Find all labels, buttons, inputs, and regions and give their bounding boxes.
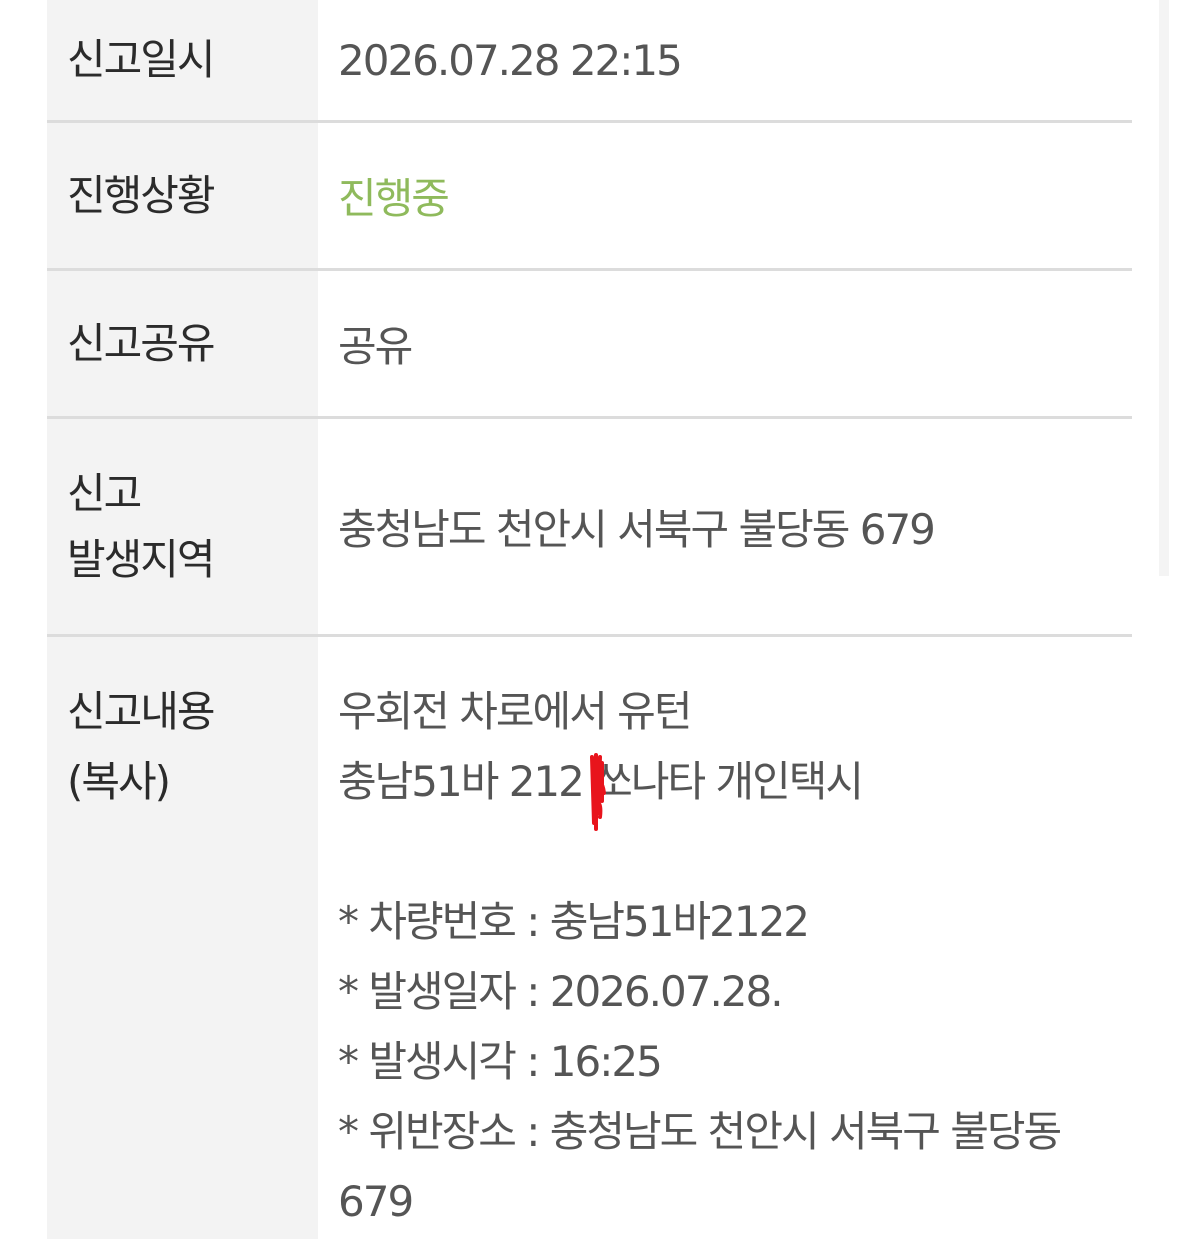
label-progress-status: 진행상황	[47, 123, 318, 268]
scrollbar[interactable]	[1159, 0, 1169, 576]
label-incident-location: 신고 발생지역	[47, 419, 318, 634]
value-report-sharing: 공유	[338, 322, 413, 371]
redaction-scribble-icon	[590, 753, 606, 831]
status-badge: 진행중	[338, 174, 450, 223]
value-incident-location: 충청남도 천안시 서북구 불당동 679	[338, 505, 936, 554]
label-report-content: 신고내용 (복사)	[47, 637, 318, 1239]
content-incident-date: * 발생일자 : 2026.07.28.	[338, 967, 784, 1016]
row-progress-status: 진행상황 진행중	[47, 123, 1132, 271]
content-line-1: 우회전 차로에서 유턴	[338, 687, 692, 736]
label-line-1: 신고	[67, 468, 142, 518]
value-report-content[interactable]: 우회전 차로에서 유턴 충남51바 212 쏘나타 개인택시 * 차량번호 : …	[318, 637, 1132, 1239]
plate-prefix: 충남51바 212	[338, 757, 585, 806]
content-incident-time: * 발생시각 : 16:25	[338, 1037, 663, 1086]
content-line-2: 충남51바 212 쏘나타 개인택시	[338, 747, 864, 831]
row-report-sharing: 신고공유 공유	[47, 271, 1132, 419]
row-incident-location: 신고 발생지역 충청남도 천안시 서북구 불당동 679	[47, 419, 1132, 637]
label-line-2: 발생지역	[67, 534, 216, 584]
label-report-datetime: 신고일시	[47, 0, 318, 120]
label-line-1: 신고내용	[67, 687, 216, 736]
content-vehicle-number: * 차량번호 : 충남51바2122	[338, 897, 810, 946]
report-detail-table: 신고일시 2026.07.28 22:15 진행상황 진행중 신고공유 공유 신…	[47, 0, 1132, 1239]
label-text: 신고일시	[67, 35, 216, 84]
label-report-sharing: 신고공유	[47, 271, 318, 416]
label-text: 진행상황	[67, 170, 216, 220]
label-line-2: (복사)	[67, 757, 171, 806]
content-violation-location: * 위반장소 : 충청남도 천안시 서북구 불당동	[338, 1107, 1062, 1156]
content-violation-location-cont: 679	[338, 1177, 414, 1226]
label-text: 신고공유	[67, 318, 216, 368]
row-report-datetime: 신고일시 2026.07.28 22:15	[47, 0, 1132, 123]
plate-suffix: 쏘나타 개인택시	[582, 757, 864, 806]
value-report-datetime: 2026.07.28 22:15	[338, 35, 683, 85]
row-report-content: 신고내용 (복사) 우회전 차로에서 유턴 충남51바 212 쏘나타 개인택시…	[47, 637, 1132, 1239]
